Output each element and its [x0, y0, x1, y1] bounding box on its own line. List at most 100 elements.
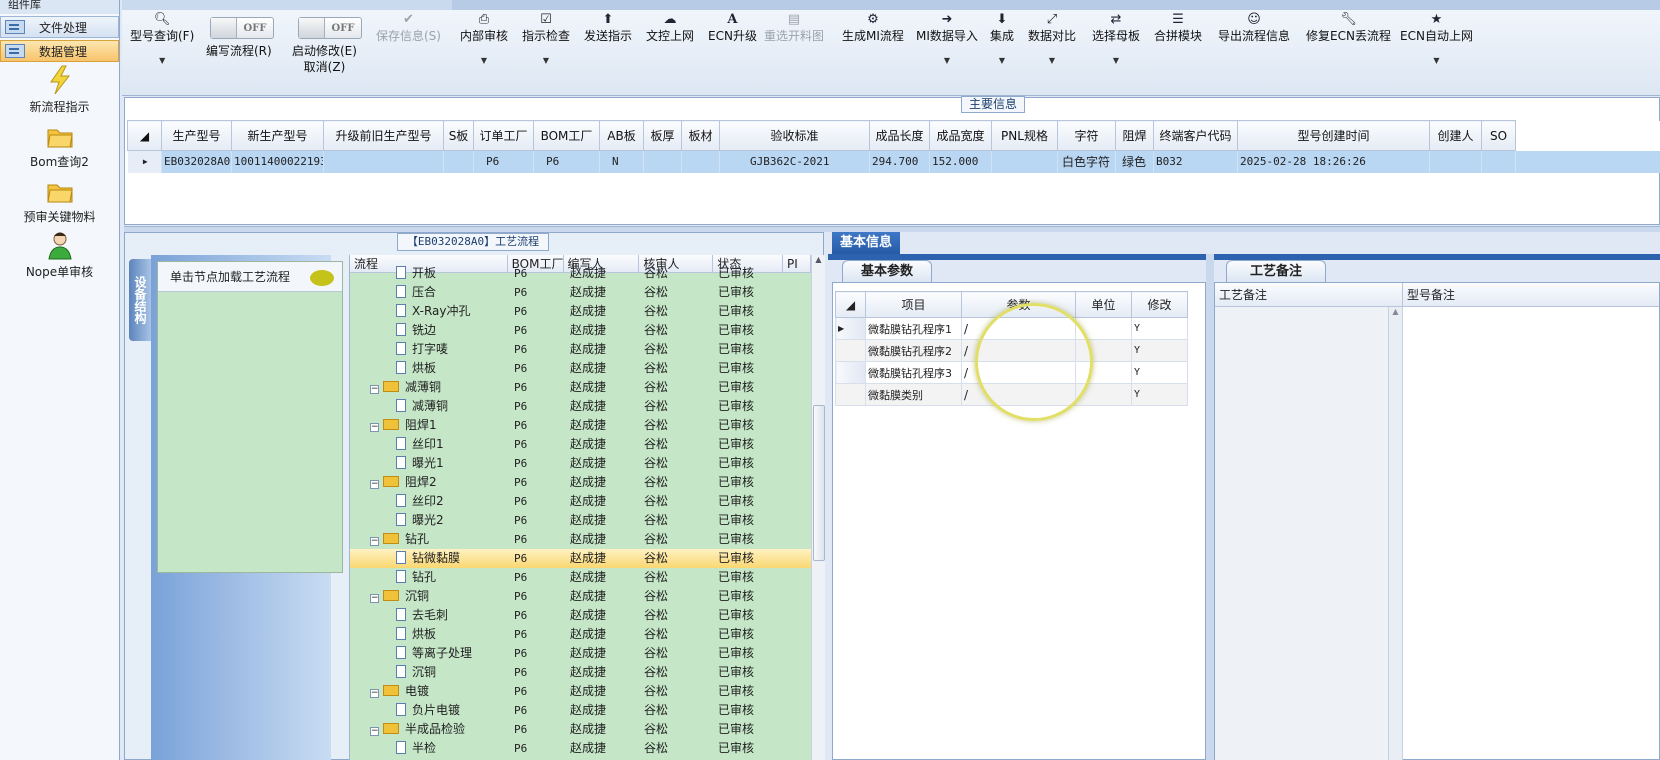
file-upload-button[interactable]: ☁ 文控上网 [646, 12, 694, 44]
tree-row[interactable]: 打字唛 P6 赵成捷 谷松 已审核 [350, 340, 811, 359]
reselect-image-button[interactable]: ▤ 重选开料图 [764, 12, 824, 44]
column-header[interactable]: 项目 [865, 291, 962, 318]
equipment-tree[interactable]: 单击节点加载工艺流程 [157, 261, 343, 573]
collapse-icon[interactable]: − [370, 423, 379, 432]
table-row[interactable]: 微黏膜类别 / Y [835, 383, 1188, 406]
nav-category-file-processing[interactable]: 文件处理 [0, 16, 119, 38]
tree-row[interactable]: − 阻焊2 P6 赵成捷 谷松 已审核 [350, 473, 811, 492]
process-flow-tree[interactable]: 流程 BOM工厂 编写人 核审人 状态 PI 开板 P6 赵成捷 谷松 已审核 压合 P6 赵… [349, 255, 811, 760]
export-flow-info-button[interactable]: ☺ 导出流程信息 [1218, 12, 1290, 44]
note-scrollbar[interactable]: ▲ [1388, 307, 1402, 760]
equipment-structure-tab[interactable]: 设备结构 [129, 259, 151, 341]
tree-row[interactable]: 烘板 P6 赵成捷 谷松 已审核 [350, 359, 811, 378]
tree-row[interactable]: 等离子处理 P6 赵成捷 谷松 已审核 [350, 644, 811, 663]
collapse-icon[interactable]: − [370, 727, 379, 736]
tree-row[interactable]: 去毛刺 P6 赵成捷 谷松 已审核 [350, 606, 811, 625]
tree-row[interactable]: 丝印1 P6 赵成捷 谷松 已审核 [350, 435, 811, 454]
mi-data-import-button[interactable]: ➜ MI数据导入 ▼ [916, 12, 978, 66]
tree-row[interactable]: − 阻焊1 P6 赵成捷 谷松 已审核 [350, 416, 811, 435]
column-header[interactable]: 终端客户代码 [1153, 120, 1238, 151]
select-motherboard-button[interactable]: ⇄ 选择母板 ▼ [1092, 12, 1140, 66]
column-header[interactable]: BOM工厂 [533, 120, 600, 151]
ecn-upgrade-button[interactable]: A ECN升级 [708, 12, 757, 44]
tool-nope-review[interactable]: Nope单审核 [0, 227, 119, 282]
data-compare-button[interactable]: ⤢ 数据对比 ▼ [1028, 12, 1076, 66]
scroll-up-icon[interactable]: ▲ [812, 255, 825, 264]
column-header[interactable]: 成品宽度 [929, 120, 992, 151]
tree-row[interactable]: 丝印2 P6 赵成捷 谷松 已审核 [350, 492, 811, 511]
tree-row[interactable]: 曝光2 P6 赵成捷 谷松 已审核 [350, 511, 811, 530]
tree-row[interactable]: − 沉铜 P6 赵成捷 谷松 已审核 [350, 587, 811, 606]
nav-category-data-management[interactable]: 数据管理 [0, 40, 119, 62]
column-header[interactable]: 新生产型号 [231, 120, 324, 151]
column-header[interactable]: 修改 [1131, 291, 1188, 318]
collapse-icon[interactable]: − [370, 385, 379, 394]
column-header[interactable]: 验收标准 [719, 120, 870, 151]
tree-row[interactable]: − 减薄铜 P6 赵成捷 谷松 已审核 [350, 378, 811, 397]
table-row[interactable]: ▶ EB032028A0 10011400022193 P6 P6 N GJB3… [127, 150, 1660, 173]
tree-row[interactable]: 钻孔 P6 赵成捷 谷松 已审核 [350, 568, 811, 587]
ecn-auto-upload-button[interactable]: ★ ECN自动上网 ▼ [1400, 12, 1473, 66]
tool-prereview-material[interactable]: 预审关键物料 [0, 172, 119, 227]
repair-ecn-flow-button[interactable]: 🔧︎ 修复ECN丢流程 [1306, 12, 1391, 44]
table-row[interactable]: ▶ 微黏膜钻孔程序1 / Y [835, 317, 1188, 340]
tree-row[interactable]: 沉铜 P6 赵成捷 谷松 已审核 [350, 663, 811, 682]
column-header[interactable]: S板 [443, 120, 474, 151]
collapse-icon[interactable]: − [370, 689, 379, 698]
auto-modify-toggle[interactable]: OFF [298, 17, 362, 39]
column-header[interactable]: 型号创建时间 [1237, 120, 1430, 151]
vertical-splitter[interactable] [1206, 254, 1214, 760]
column-header[interactable]: 成品长度 [869, 120, 930, 151]
column-header[interactable]: 单位 [1075, 291, 1132, 318]
tool-bom-query[interactable]: Bom查询2 [0, 117, 119, 172]
collapse-icon[interactable]: − [370, 537, 379, 546]
column-header[interactable]: 生产型号 [161, 120, 232, 151]
column-header[interactable]: AB板 [599, 120, 644, 151]
column-header[interactable]: 参数 [961, 291, 1076, 318]
tree-row[interactable]: − 半成品检验 P6 赵成捷 谷松 已审核 [350, 720, 811, 739]
instruction-check-button[interactable]: ☑ 指示检查 ▼ [522, 12, 570, 66]
internal-review-button[interactable]: ⎙ 内部审核 ▼ [460, 12, 508, 66]
tree-row[interactable]: − 电镀 P6 赵成捷 谷松 已审核 [350, 682, 811, 701]
tree-row[interactable]: X-Ray冲孔 P6 赵成捷 谷松 已审核 [350, 302, 811, 321]
tab-basic-info[interactable]: 基本信息 [832, 232, 900, 254]
table-row[interactable]: 微黏膜钻孔程序2 / Y [835, 339, 1188, 362]
tree-row[interactable]: 曝光1 P6 赵成捷 谷松 已审核 [350, 454, 811, 473]
edit-flow-toggle[interactable]: OFF [210, 17, 274, 39]
table-row[interactable]: 微黏膜钻孔程序3 / Y [835, 361, 1188, 384]
tab-basic-params[interactable]: 基本参数 [842, 260, 932, 282]
tree-row[interactable]: − 钻孔 P6 赵成捷 谷松 已审核 [350, 530, 811, 549]
tool-new-flow-instruction[interactable]: 新流程指示 [0, 62, 119, 117]
tree-scrollbar[interactable]: ▲ [811, 255, 825, 760]
model-query-button[interactable]: 🔍︎ 型号查询(F) ▼ [130, 12, 194, 66]
column-header[interactable]: 板材 [681, 120, 720, 151]
tree-row[interactable]: 钻微黏膜 P6 赵成捷 谷松 已审核 [350, 549, 811, 568]
collapse-icon[interactable]: − [370, 480, 379, 489]
tree-row[interactable]: 烘板 P6 赵成捷 谷松 已审核 [350, 625, 811, 644]
generate-mi-flow-button[interactable]: ⚙ 生成MI流程 [842, 12, 904, 44]
tree-row[interactable]: 开板 P6 赵成捷 谷松 已审核 [350, 264, 811, 283]
tab-process-notes[interactable]: 工艺备注 [1226, 260, 1326, 282]
row-selector-header[interactable]: ◢ [127, 120, 162, 151]
send-instruction-button[interactable]: ⬆︎ 发送指示 [584, 12, 632, 44]
column-header[interactable]: 字符 [1057, 120, 1116, 151]
merge-module-button[interactable]: ☰ 合拼模块 [1154, 12, 1202, 44]
scroll-thumb[interactable] [813, 405, 825, 561]
column-header[interactable]: 板厚 [643, 120, 682, 151]
tree-row[interactable]: 半检 P6 赵成捷 谷松 已审核 [350, 739, 811, 758]
collapse-icon[interactable]: − [370, 594, 379, 603]
tree-row[interactable]: 压合 P6 赵成捷 谷松 已审核 [350, 283, 811, 302]
tree-row[interactable]: 减薄铜 P6 赵成捷 谷松 已审核 [350, 397, 811, 416]
column-header[interactable]: 订单工厂 [473, 120, 534, 151]
integrate-button[interactable]: ⬇︎ 集成 ▼ [990, 12, 1014, 66]
column-header[interactable]: PNL规格 [991, 120, 1058, 151]
row-selector-header[interactable]: ◢ [835, 291, 866, 318]
column-header[interactable]: 创建人 [1429, 120, 1482, 151]
cancel-label[interactable]: 取消(Z) [304, 59, 346, 75]
tree-row[interactable]: 负片电镀 P6 赵成捷 谷松 已审核 [350, 701, 811, 720]
column-header[interactable]: PI [783, 255, 811, 272]
process-note-field[interactable]: ▲ [1215, 307, 1403, 760]
column-header[interactable]: 升级前旧生产型号 [323, 120, 444, 151]
column-header[interactable]: 阻焊 [1115, 120, 1154, 151]
column-header[interactable]: SO [1481, 120, 1516, 151]
